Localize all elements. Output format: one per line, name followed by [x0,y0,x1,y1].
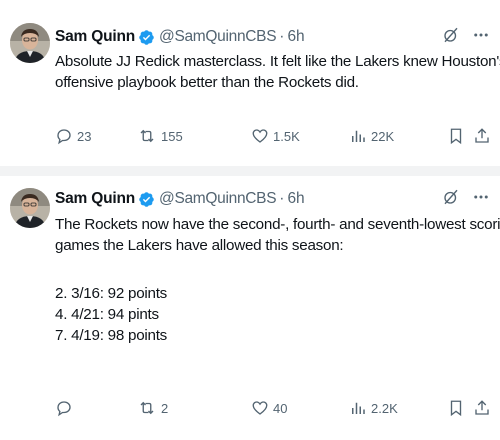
avatar[interactable] [10,188,50,228]
separator-dot: · [279,190,285,207]
tweet-text: The Rockets now have the second-, fourth… [55,214,500,346]
reply-button[interactable] [55,397,77,419]
reply-button[interactable]: 23 [55,125,91,147]
action-bar: 23 155 1.5K 22K [55,125,490,147]
grok-icon[interactable] [442,188,460,211]
views-button[interactable]: 22K [349,125,394,147]
tweet-card[interactable]: Sam Quinn @SamQuinnCBS · 6h Absolute JJ … [0,0,500,166]
share-icon [473,127,491,145]
tweet-header: Sam Quinn @SamQuinnCBS · 6h [55,26,490,48]
share-button[interactable] [473,125,491,147]
bookmark-button[interactable] [447,397,465,419]
action-bar: 2 40 2.2K [55,397,490,419]
verified-badge-icon [138,191,155,208]
tweet-divider [0,166,500,176]
more-icon[interactable] [472,26,490,49]
timestamp[interactable]: 6h [287,190,304,208]
like-button[interactable]: 40 [251,397,287,419]
tweet-text-line: Absolute JJ Redick masterclass. It felt … [55,53,500,70]
tweet-text-line: offensive playbook better than the Rocke… [55,74,359,91]
timestamp[interactable]: 6h [287,28,304,46]
views-count: 22K [371,128,395,144]
verified-badge-icon [138,29,155,46]
heart-icon [251,399,269,417]
repost-icon [137,127,157,145]
author-name[interactable]: Sam Quinn [55,190,135,208]
views-count: 2.2K [371,400,398,416]
tweet-header: Sam Quinn @SamQuinnCBS · 6h [55,188,490,210]
tweet-text-line: The Rockets now have the second-, fourth… [55,216,500,233]
repost-button[interactable]: 2 [137,397,168,419]
repost-count: 2 [161,400,169,416]
repost-button[interactable]: 155 [137,125,183,147]
share-icon [473,399,491,417]
repost-icon [137,399,157,417]
tweet-list-item: 2. 3/16: 92 points [55,285,168,302]
more-icon[interactable] [472,188,490,211]
author-handle[interactable]: @SamQuinnCBS [159,190,277,208]
reply-icon [55,127,73,145]
views-button[interactable]: 2.2K [349,397,398,419]
tweet-text: Absolute JJ Redick masterclass. It felt … [55,51,500,93]
views-chart-icon [349,399,367,417]
reply-count: 23 [77,128,92,144]
separator-dot: · [279,28,285,45]
bookmark-button[interactable] [447,125,465,147]
views-chart-icon [349,127,367,145]
avatar[interactable] [10,23,50,63]
author-name[interactable]: Sam Quinn [55,28,135,46]
bookmark-icon [447,399,465,417]
author-handle[interactable]: @SamQuinnCBS [159,28,277,46]
tweet-card[interactable]: Sam Quinn @SamQuinnCBS · 6h The Rockets … [0,176,500,440]
bookmark-icon [447,127,465,145]
tweet-list-item: 7. 4/19: 98 points [55,327,168,344]
heart-icon [251,127,269,145]
grok-icon[interactable] [442,26,460,49]
tweet-text-line: games the Lakers have allowed this seaso… [55,237,344,254]
like-count: 1.5K [273,128,300,144]
tweet-list-item: 4. 4/21: 94 pints [55,306,159,323]
like-count: 40 [273,400,288,416]
like-button[interactable]: 1.5K [251,125,300,147]
repost-count: 155 [161,128,183,144]
share-button[interactable] [473,397,491,419]
tweet-text-blank [55,256,492,277]
reply-icon [55,399,73,417]
